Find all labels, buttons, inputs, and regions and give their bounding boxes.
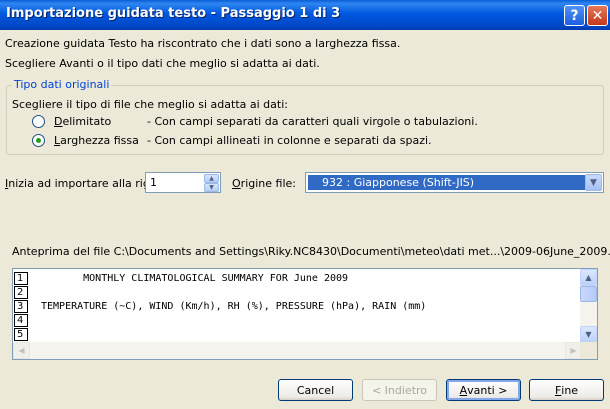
spin-up-icon[interactable]: ▲ <box>204 174 219 183</box>
start-row-stepper[interactable]: 1 ▲ ▼ <box>145 172 221 193</box>
finish-button-label-rest: ine <box>561 383 579 397</box>
title-bar[interactable]: Importazione guidata testo - Passaggio 1… <box>0 0 610 30</box>
row-text: MONTHLY CLIMATOLOGICAL SUMMARY FOR June … <box>41 273 349 284</box>
help-button[interactable]: ? <box>564 5 585 26</box>
next-button[interactable]: Avanti > <box>446 379 521 401</box>
file-origin-label: Origine file: <box>232 177 296 190</box>
start-row-label: Inizia ad importare alla riga: <box>5 177 161 190</box>
row-number: 5 <box>14 328 28 341</box>
radio-fixed-width-label[interactable]: Larghezza fissa <box>54 134 139 147</box>
close-icon: ✕ <box>591 7 604 24</box>
start-row-value[interactable]: 1 <box>150 176 157 189</box>
scroll-left-icon[interactable]: ◀ <box>13 342 30 359</box>
window-title: Importazione guidata testo - Passaggio 1… <box>6 6 341 21</box>
horizontal-scrollbar[interactable]: ◀ ▶ <box>13 342 582 359</box>
scroll-down-icon[interactable]: ▼ <box>580 326 597 343</box>
row-number: 2 <box>14 286 28 299</box>
scroll-thumb[interactable] <box>580 286 597 302</box>
row-text: TEMPERATURE (~C), WIND (Km/h), RH (%), P… <box>41 301 427 312</box>
radio-fixed-width-label-rest: arghezza fissa <box>60 134 139 147</box>
preview-row: 4 <box>13 314 580 328</box>
preview-row: 5 <box>13 328 580 342</box>
finish-button[interactable]: Fine <box>529 379 604 401</box>
intro-line-1: Creazione guidata Testo ha riscontrato c… <box>5 37 401 50</box>
cancel-button[interactable]: Cancel <box>278 379 353 401</box>
preview-label: Anteprima del file C:\Documents and Sett… <box>12 245 610 258</box>
scroll-up-icon[interactable]: ▲ <box>580 269 597 286</box>
radio-fixed-width-description: - Con campi allineati in colonne e separ… <box>147 134 432 147</box>
radio-delimited-description: - Con campi separati da caratteri quali … <box>147 115 478 128</box>
vertical-scrollbar[interactable]: ▲ ▼ <box>580 269 597 343</box>
back-button[interactable]: < Indietro <box>362 379 437 401</box>
scroll-corner <box>580 342 597 359</box>
radio-delimited-label-rest: elimitato <box>62 115 112 128</box>
spin-down-icon[interactable]: ▼ <box>204 183 219 192</box>
row-number: 1 <box>14 272 28 285</box>
row-number: 3 <box>14 300 28 313</box>
file-preview[interactable]: 1 MONTHLY CLIMATOLOGICAL SUMMARY FOR Jun… <box>12 268 598 360</box>
file-type-prompt: Scegliere il tipo di file che meglio si … <box>12 98 288 111</box>
radio-delimited-label[interactable]: Delimitato <box>54 115 111 128</box>
help-icon: ? <box>570 7 579 24</box>
row-number: 4 <box>14 314 28 327</box>
intro-line-2: Scegliere Avanti o il tipo dati che megl… <box>5 57 320 70</box>
close-button[interactable]: ✕ <box>587 5 608 26</box>
file-origin-value[interactable]: 932 : Giapponese (Shift-JIS) <box>307 174 586 191</box>
preview-row: 1 MONTHLY CLIMATOLOGICAL SUMMARY FOR Jun… <box>13 272 580 286</box>
radio-fixed-width[interactable] <box>32 134 45 147</box>
next-button-label-rest: vanti > <box>467 383 508 397</box>
preview-row: 3 TEMPERATURE (~C), WIND (Km/h), RH (%),… <box>13 300 580 314</box>
radio-delimited[interactable] <box>32 115 45 128</box>
original-data-type-group: Tipo dati originali Scegliere il tipo di… <box>6 78 604 155</box>
preview-row: 2 <box>13 286 580 300</box>
group-legend: Tipo dati originali <box>12 78 112 91</box>
file-origin-select[interactable]: 932 : Giapponese (Shift-JIS) ▼ <box>305 172 604 193</box>
chevron-down-icon[interactable]: ▼ <box>585 174 602 191</box>
